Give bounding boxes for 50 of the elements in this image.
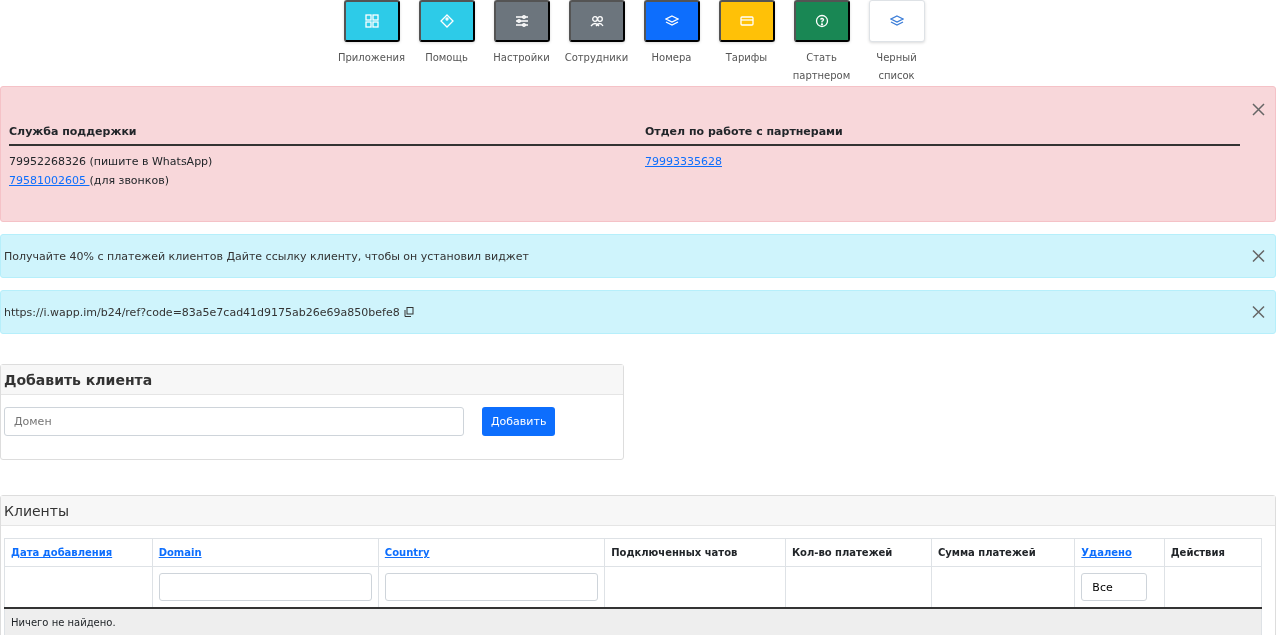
phone-link[interactable]: 79993335628 (645, 155, 722, 168)
tile-label: Сотрудники (563, 51, 630, 65)
card-icon (739, 14, 754, 28)
card-title: Добавить клиента (1, 365, 623, 395)
card-title: Клиенты (1, 496, 1275, 526)
sort-link[interactable]: Country (384, 547, 430, 558)
close-icon (1252, 103, 1265, 116)
app-tile-button[interactable] (793, 0, 850, 42)
contact-text: (пишите в WhatsApp) (88, 155, 213, 168)
filter-select[interactable]: Все (1081, 573, 1148, 601)
add-button[interactable]: Добавить (482, 407, 556, 436)
app-tile-button[interactable] (493, 0, 550, 42)
tile-label: Помощь (424, 51, 469, 65)
contact-text: 79952268326 (9, 155, 86, 168)
people-icon (589, 14, 604, 28)
tile-label: Стать партнером (791, 51, 852, 83)
column-header: Кол-во платежей (791, 547, 893, 558)
tile-label: Приложения (336, 51, 407, 65)
copy-icon[interactable] (403, 307, 414, 317)
column-header: Подключенных чатов (611, 547, 738, 558)
app-tile-button[interactable] (568, 0, 625, 42)
tile-label: Настройки (492, 51, 551, 65)
filter-input[interactable] (158, 573, 372, 601)
tile-label: Черный список (875, 51, 918, 83)
column-header: Действия (1170, 547, 1225, 558)
close-icon (1252, 305, 1265, 319)
domain-input[interactable]: Домен (4, 407, 464, 436)
app-tile-button[interactable] (418, 0, 475, 42)
referral-link-text: https://i.wapp.im/b24/ref?code=83a5e7cad41d9175ab26e69a850befe8 (4, 305, 400, 319)
app-tile-button[interactable] (718, 0, 775, 42)
app-tile-button[interactable] (643, 0, 700, 42)
sliders-icon (514, 14, 529, 28)
phone-link[interactable]: 79581002605 (9, 174, 90, 187)
column-header: Сумма платежей (937, 547, 1036, 558)
question-icon (814, 14, 829, 28)
empty-message: Ничего не найдено. (11, 616, 116, 628)
contact-text: (для звонков) (89, 174, 169, 187)
info-text: Получайте 40% с платежей клиентов Дайте ссылку клиенту, чтобы он установил виджет (4, 249, 529, 263)
column-heading: Служба поддержки (9, 117, 645, 146)
sort-link[interactable]: Domain (158, 547, 202, 558)
tag-icon (439, 14, 454, 28)
tile-label: Тарифы (724, 51, 769, 65)
app-tile-button[interactable] (343, 0, 400, 42)
column-heading: Отдел по работе с партнерами (645, 117, 1240, 146)
close-icon (1252, 249, 1265, 263)
grid-icon (364, 14, 379, 28)
tile-label: Номера (650, 51, 693, 65)
layers-icon (664, 14, 679, 28)
filter-input[interactable] (384, 573, 599, 601)
layers-icon (889, 14, 904, 28)
